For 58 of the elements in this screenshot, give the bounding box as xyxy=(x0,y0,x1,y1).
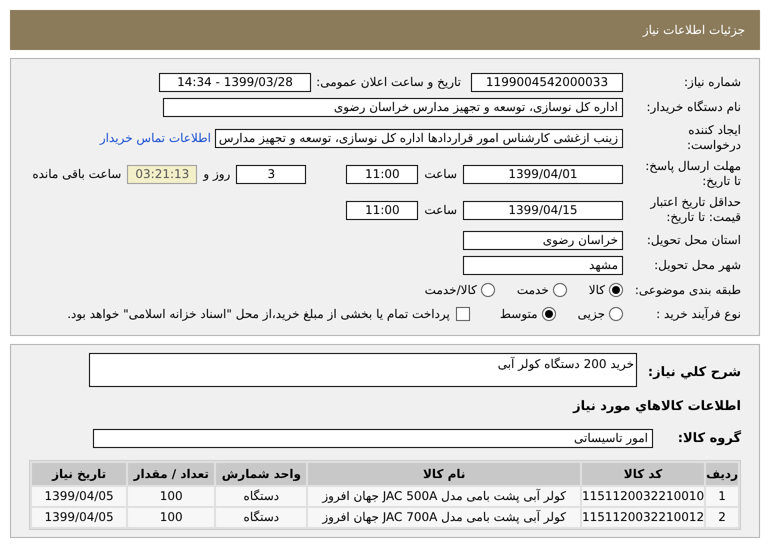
field-text: ساعت xyxy=(424,202,457,219)
radio-button[interactable]: خدمت xyxy=(516,281,567,299)
table-cell: 1 xyxy=(706,487,738,506)
column-header: کد کالا xyxy=(582,463,704,485)
field-text: روز و xyxy=(203,166,230,183)
column-header: ردیف xyxy=(706,463,738,485)
table-cell: 1399/04/05 xyxy=(32,508,126,527)
field-text: ساعت xyxy=(424,166,457,183)
value-field: 1399/04/01 xyxy=(463,164,623,184)
value-field: امور تاسیساتی xyxy=(93,428,653,448)
field-label: نام دستگاه خریدار: xyxy=(646,100,741,115)
table-cell: 1399/04/05 xyxy=(32,487,126,506)
field-text: ساعت باقی مانده xyxy=(32,166,122,183)
section-heading: اطلاعات كالاهاي مورد نياز xyxy=(572,398,741,416)
field-label: ایجاد کننده درخواست: xyxy=(686,123,741,153)
table-cell: دستگاه xyxy=(216,508,306,527)
description-box: خرید 200 دستگاه کولر آبی xyxy=(89,353,637,387)
field-label: مهلت ارسال پاسخ: تا تاریخ: xyxy=(644,159,741,189)
value-field: 1399/03/28 - 14:34 xyxy=(159,73,311,92)
field-label: طبقه بندی موضوعی: xyxy=(634,282,741,298)
buyer-contact-link[interactable]: اطلاعات تماس خریدار xyxy=(100,129,211,147)
field-label: شماره نیاز: xyxy=(683,75,741,90)
value-field: مشهد xyxy=(463,256,623,275)
table-cell: 1151120032210012 xyxy=(582,508,704,527)
value-field: 11:00 xyxy=(346,164,418,184)
value-field: زینب ازغشی کارشناس امور قراردادها اداره کل نوسازی، توسعه و تجهیز مدارس xyxy=(215,128,623,148)
column-header: تاریخ نیاز xyxy=(32,463,126,485)
radio-button[interactable]: متوسط xyxy=(500,305,556,323)
table-cell: کولر آبی پشت بامی مدل JAC 700A جهان افروز xyxy=(308,508,580,527)
field-label: استان محل تحویل: xyxy=(646,233,741,248)
value-field: 11:00 xyxy=(346,200,418,220)
table-cell: 100 xyxy=(128,487,214,506)
column-header: نام کالا xyxy=(308,463,580,485)
radio-button[interactable]: کالا xyxy=(588,281,623,299)
field-label: شرح كلي نیاز: xyxy=(646,364,741,382)
table-cell: 1151120032210010 xyxy=(582,487,704,506)
field-label: حداقل تاریخ اعتبار قیمت: تا تاریخ: xyxy=(648,195,741,225)
countdown-field: 03:21:13 xyxy=(127,164,198,184)
field-label: نوع فرآیند خرید : xyxy=(655,306,741,322)
value-field: 3 xyxy=(236,164,306,184)
table-cell: 2 xyxy=(706,508,738,527)
field-label: گروه کالا: xyxy=(676,429,741,448)
field-label: شهر محل تحویل: xyxy=(653,258,741,273)
radio-button[interactable]: کالا/خدمت xyxy=(424,281,495,299)
table-cell: دستگاه xyxy=(216,487,306,506)
value-field: 1199004542000033 xyxy=(471,73,623,92)
table-cell: 100 xyxy=(128,508,214,527)
value-field: اداره کل نوسازی، توسعه و تجهیز مدارس خراسان رضوی xyxy=(163,98,623,117)
value-field: 1399/04/15 xyxy=(463,200,623,220)
page-title: جزئیات اطلاعات نیاز xyxy=(642,22,745,39)
field-text: پرداخت تمام یا بخشی از مبلغ خرید،از محل "اسناد خزانه اسلامی" خواهد بود. xyxy=(67,306,450,323)
checkbox[interactable] xyxy=(456,307,470,321)
radio-button[interactable]: جزیی xyxy=(578,305,623,323)
field-label: تاریخ و ساعت اعلان عمومی: xyxy=(315,75,461,90)
table-cell: کولر آبی پشت بامی مدل JAC 500A جهان افروز xyxy=(308,487,580,506)
column-header: تعداد / مقدار xyxy=(128,463,214,485)
column-header: واحد شمارش xyxy=(216,463,306,485)
value-field: خراسان رضوی xyxy=(463,231,623,250)
